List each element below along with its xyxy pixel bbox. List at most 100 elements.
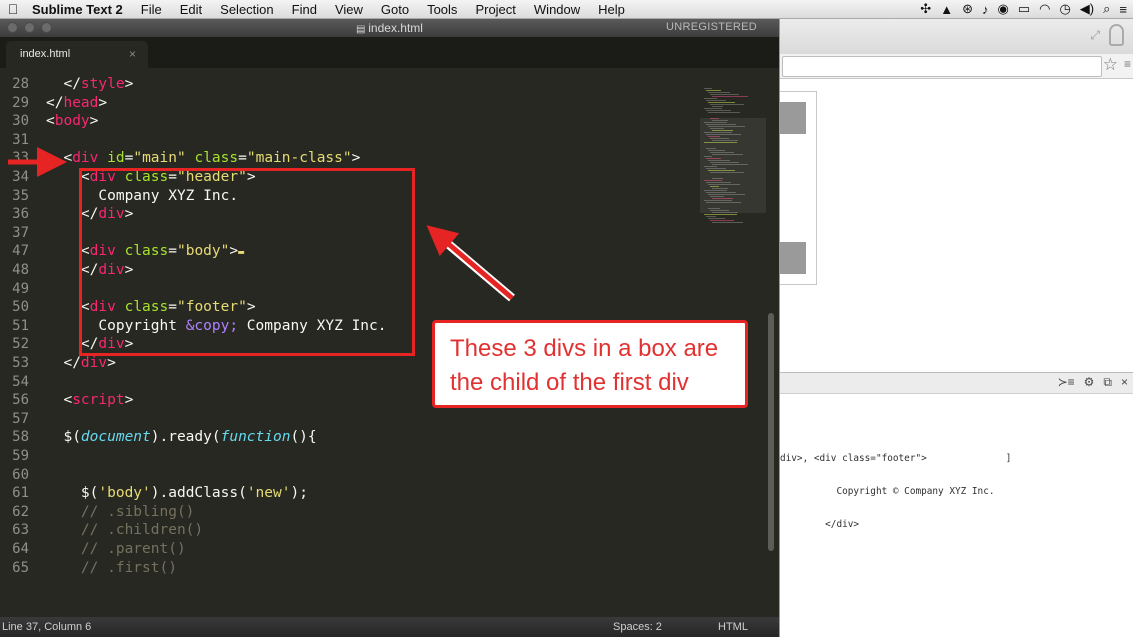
minimap-line [708, 102, 735, 103]
menu-window[interactable]: Window [525, 2, 589, 17]
menu-find[interactable]: Find [283, 2, 326, 17]
code-line[interactable]: 28 </style> [0, 75, 700, 94]
code-line[interactable]: 61 $('body').addClass('new'); [0, 484, 700, 503]
code-text: <body> [46, 112, 98, 131]
line-number: 50 [12, 299, 29, 316]
code-text: // .first() [46, 559, 177, 578]
record-icon[interactable]: ◉ [997, 1, 1008, 17]
line-number: 54 [12, 373, 29, 390]
menu-selection[interactable]: Selection [211, 2, 282, 17]
code-token: id [107, 150, 125, 167]
line-number: 56 [12, 392, 29, 409]
console-line-2: Copyright © Company XYZ Inc. [780, 486, 995, 497]
editor-scrollbar[interactable] [768, 313, 774, 551]
address-bar: ☆ ≡ [780, 54, 1133, 79]
minimap-line [710, 94, 739, 95]
profile-icon[interactable] [1109, 24, 1124, 46]
line-number: 59 [12, 448, 29, 464]
unregistered-label: UNREGISTERED [666, 21, 757, 33]
code-line[interactable]: 60 [0, 466, 700, 485]
code-token: // .parent() [46, 541, 186, 557]
console-drawer-icon[interactable]: ≻≡ [1058, 375, 1075, 390]
code-token: < [46, 392, 73, 409]
code-line[interactable]: 29 </head> [0, 94, 700, 113]
minimap-viewport[interactable] [700, 118, 766, 213]
line-number: 47 [12, 243, 29, 260]
code-token: // .first() [46, 559, 177, 576]
code-line[interactable]: 59 [0, 447, 700, 466]
drive-icon[interactable]: ▲ [940, 2, 953, 17]
code-line[interactable]: 30 <body> [0, 112, 700, 131]
menu-bar:  Sublime Text 2 File Edit Selection Fin… [0, 0, 1133, 19]
wifi-icon[interactable]: ◠ [1039, 1, 1050, 17]
code-line[interactable]: 62 // .sibling() [0, 503, 700, 522]
settings-gear-icon[interactable]: ⚙ [1084, 375, 1095, 390]
file-icon: ▤ [356, 24, 369, 35]
puzzle-icon[interactable]: ✣ [920, 1, 931, 17]
code-token: > [98, 94, 108, 111]
code-text: <div id="main" class="main-class"> [46, 149, 360, 168]
spotlight-search-icon[interactable]: ⌕ [1103, 1, 1110, 17]
code-text: <script> [46, 391, 133, 410]
line-number: 60 [12, 466, 29, 483]
minimap-line [704, 98, 717, 99]
line-number: 64 [12, 541, 29, 557]
tab-label: index.html [20, 48, 71, 60]
minimap-line [708, 218, 725, 219]
menu-project[interactable]: Project [466, 2, 524, 17]
code-line[interactable]: 33 <div id="main" class="main-class"> [0, 149, 700, 168]
syntax-mode[interactable]: HTML [718, 621, 748, 633]
code-text: </style> [46, 75, 133, 94]
apple-icon[interactable]:  [0, 1, 26, 17]
notification-icon[interactable]: ♪ [982, 2, 989, 17]
bookmark-star-icon[interactable]: ☆ [1103, 55, 1118, 75]
line-number: 63 [12, 522, 29, 539]
indent-setting[interactable]: Spaces: 2 [613, 621, 662, 633]
menu-view[interactable]: View [326, 2, 372, 17]
battery-icon[interactable]: ▭ [1018, 1, 1030, 17]
console-line-3: </div> [780, 519, 860, 530]
fullscreen-icon[interactable]: ⤢ [1090, 28, 1100, 43]
code-token: < [46, 150, 73, 167]
menu-goto[interactable]: Goto [372, 2, 418, 17]
code-token: "main" [133, 150, 186, 167]
code-token: = [238, 150, 247, 167]
code-line[interactable]: 58 $(document).ready(function(){ [0, 428, 700, 447]
url-input[interactable] [782, 56, 1102, 77]
menu-file[interactable]: File [132, 2, 171, 17]
browser-menu-icon[interactable]: ≡ [1124, 57, 1131, 71]
minimap-line [710, 220, 734, 221]
line-number: 53 [12, 355, 29, 371]
menu-app-name[interactable]: Sublime Text 2 [26, 2, 132, 17]
code-line[interactable]: 64 // .parent() [0, 540, 700, 559]
code-token: > [107, 355, 116, 371]
code-line[interactable]: 65 // .first() [0, 559, 700, 578]
tab-close-icon[interactable]: × [129, 47, 136, 61]
minimap-line [704, 108, 722, 109]
minimap-line [708, 112, 740, 113]
clock-icon[interactable]: ◷ [1059, 1, 1070, 17]
status-tray: ✣ ▲ ⊛ ♪ ◉ ▭ ◠ ◷ ◀) ⌕ ≡ [920, 0, 1127, 18]
tab-index-html[interactable]: index.html × [6, 41, 148, 68]
code-line[interactable]: 57 [0, 410, 700, 429]
callout-line-2: the child of the first div [450, 369, 689, 396]
dock-icon[interactable]: ⧉ [1103, 375, 1112, 390]
line-number: 29 [12, 94, 29, 111]
line-number: 31 [12, 131, 29, 148]
code-line[interactable]: 63 // .children() [0, 521, 700, 540]
code-token: script [72, 392, 125, 409]
list-icon[interactable]: ≡ [1119, 2, 1127, 17]
volume-icon[interactable]: ◀) [1080, 1, 1094, 17]
close-devtools-icon[interactable]: × [1121, 375, 1128, 390]
annotation-callout: These 3 divs in a box are the child of t… [432, 320, 748, 408]
window-titlebar: ▤ index.html UNREGISTERED [0, 19, 779, 37]
code-token: </ [46, 76, 81, 92]
code-token: body [54, 113, 90, 130]
sync-icon[interactable]: ⊛ [962, 1, 973, 17]
menu-edit[interactable]: Edit [171, 2, 211, 17]
code-line[interactable]: 31 [0, 131, 700, 150]
menu-help[interactable]: Help [589, 2, 634, 17]
code-token: document [80, 429, 151, 446]
line-number: 34 [12, 169, 29, 185]
menu-tools[interactable]: Tools [418, 2, 466, 17]
